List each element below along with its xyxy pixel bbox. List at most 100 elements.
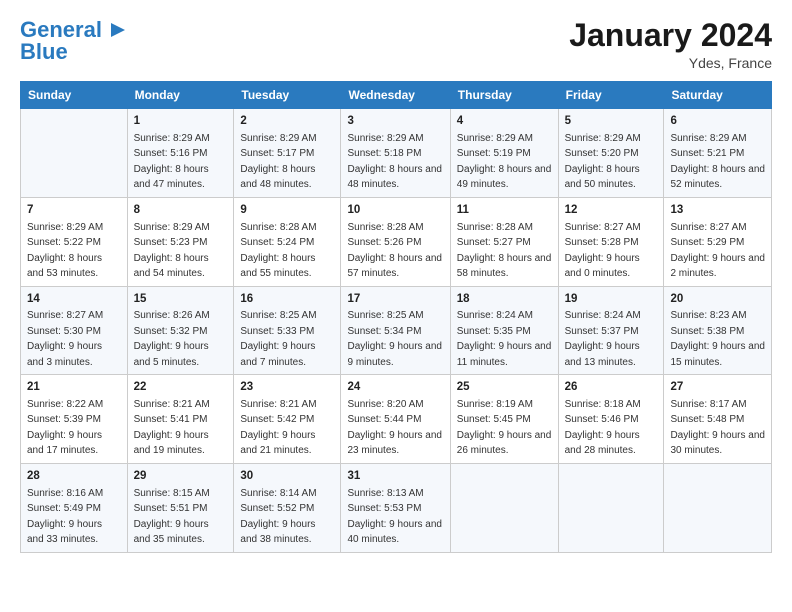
header: General Blue January 2024 Ydes, France: [20, 18, 772, 71]
calendar-cell: 4 Sunrise: 8:29 AMSunset: 5:19 PMDaylight…: [450, 109, 558, 198]
day-number: 26: [565, 379, 658, 396]
calendar-header-row: SundayMondayTuesdayWednesdayThursdayFrid…: [21, 82, 772, 109]
day-info: Sunrise: 8:14 AMSunset: 5:52 PMDaylight:…: [240, 488, 316, 546]
calendar-cell: 25Sunrise: 8:19 AMSunset: 5:45 PMDayligh…: [450, 375, 558, 464]
day-info: Sunrise: 8:28 AMSunset: 5:27 PMDaylight:…: [457, 222, 552, 280]
calendar-week-3: 21 Sunrise: 8:22 AMSunset: 5:39 PMDayligh…: [21, 375, 772, 464]
page: General Blue January 2024 Ydes, France S…: [0, 0, 792, 612]
calendar-cell: 2 Sunrise: 8:29 AMSunset: 5:17 PMDaylight…: [234, 109, 341, 198]
calendar-cell: 3Sunrise: 8:29 AMSunset: 5:18 PMDaylight…: [341, 109, 450, 198]
calendar-cell: [21, 109, 128, 198]
logo: General Blue: [20, 18, 127, 64]
calendar-cell: 14Sunrise: 8:27 AMSunset: 5:30 PMDayligh…: [21, 286, 128, 375]
day-info: Sunrise: 8:26 AMSunset: 5:32 PMDaylight:…: [134, 310, 210, 368]
day-number: 31: [347, 468, 443, 485]
month-title: January 2024: [569, 18, 772, 53]
day-info: Sunrise: 8:15 AMSunset: 5:51 PMDaylight:…: [134, 488, 210, 546]
calendar-cell: 28Sunrise: 8:16 AMSunset: 5:49 PMDayligh…: [21, 463, 128, 552]
day-number: 12: [565, 202, 658, 219]
calendar-cell: 8 Sunrise: 8:29 AMSunset: 5:23 PMDaylight…: [127, 197, 234, 286]
day-info: Sunrise: 8:17 AMSunset: 5:48 PMDaylight:…: [670, 399, 765, 457]
calendar-cell: 23Sunrise: 8:21 AMSunset: 5:42 PMDayligh…: [234, 375, 341, 464]
calendar-cell: 11 Sunrise: 8:28 AMSunset: 5:27 PMDayligh…: [450, 197, 558, 286]
day-info: Sunrise: 8:29 AMSunset: 5:16 PMDaylight:…: [134, 133, 210, 191]
day-number: 13: [670, 202, 765, 219]
day-number: 16: [240, 291, 334, 308]
day-info: Sunrise: 8:23 AMSunset: 5:38 PMDaylight:…: [670, 310, 765, 368]
day-number: 5: [565, 113, 658, 130]
day-info: Sunrise: 8:28 AMSunset: 5:26 PMDaylight:…: [347, 222, 442, 280]
day-info: Sunrise: 8:25 AMSunset: 5:34 PMDaylight:…: [347, 310, 442, 368]
day-info: Sunrise: 8:24 AMSunset: 5:35 PMDaylight:…: [457, 310, 552, 368]
day-number: 2: [240, 113, 334, 130]
calendar-cell: 22Sunrise: 8:21 AMSunset: 5:41 PMDayligh…: [127, 375, 234, 464]
day-number: 27: [670, 379, 765, 396]
day-header-monday: Monday: [127, 82, 234, 109]
day-number: 22: [134, 379, 228, 396]
calendar-cell: 17Sunrise: 8:25 AMSunset: 5:34 PMDayligh…: [341, 286, 450, 375]
calendar-table: SundayMondayTuesdayWednesdayThursdayFrid…: [20, 81, 772, 552]
calendar-cell: 12 Sunrise: 8:27 AMSunset: 5:28 PMDayligh…: [558, 197, 664, 286]
day-number: 8: [134, 202, 228, 219]
calendar-cell: [558, 463, 664, 552]
calendar-cell: 21 Sunrise: 8:22 AMSunset: 5:39 PMDayligh…: [21, 375, 128, 464]
calendar-cell: 31 Sunrise: 8:13 AMSunset: 5:53 PMDayligh…: [341, 463, 450, 552]
day-number: 11: [457, 202, 552, 219]
day-number: 9: [240, 202, 334, 219]
day-info: Sunrise: 8:22 AMSunset: 5:39 PMDaylight:…: [27, 399, 103, 457]
day-number: 4: [457, 113, 552, 130]
calendar-cell: [664, 463, 772, 552]
title-area: January 2024 Ydes, France: [569, 18, 772, 71]
calendar-cell: 1 Sunrise: 8:29 AMSunset: 5:16 PMDaylight…: [127, 109, 234, 198]
logo-icon: [105, 19, 127, 41]
day-number: 19: [565, 291, 658, 308]
day-number: 28: [27, 468, 121, 485]
day-info: Sunrise: 8:29 AMSunset: 5:22 PMDaylight:…: [27, 222, 103, 280]
day-info: Sunrise: 8:18 AMSunset: 5:46 PMDaylight:…: [565, 399, 641, 457]
day-info: Sunrise: 8:29 AMSunset: 5:21 PMDaylight:…: [670, 133, 765, 191]
calendar-cell: 19Sunrise: 8:24 AMSunset: 5:37 PMDayligh…: [558, 286, 664, 375]
calendar-cell: 29 Sunrise: 8:15 AMSunset: 5:51 PMDayligh…: [127, 463, 234, 552]
day-number: 30: [240, 468, 334, 485]
calendar-cell: 24Sunrise: 8:20 AMSunset: 5:44 PMDayligh…: [341, 375, 450, 464]
calendar-cell: 7 Sunrise: 8:29 AMSunset: 5:22 PMDaylight…: [21, 197, 128, 286]
calendar-cell: [450, 463, 558, 552]
calendar-cell: 18 Sunrise: 8:24 AMSunset: 5:35 PMDayligh…: [450, 286, 558, 375]
day-info: Sunrise: 8:29 AMSunset: 5:17 PMDaylight:…: [240, 133, 316, 191]
calendar-cell: 15 Sunrise: 8:26 AMSunset: 5:32 PMDayligh…: [127, 286, 234, 375]
day-number: 1: [134, 113, 228, 130]
calendar-cell: 13 Sunrise: 8:27 AMSunset: 5:29 PMDayligh…: [664, 197, 772, 286]
day-info: Sunrise: 8:27 AMSunset: 5:29 PMDaylight:…: [670, 222, 765, 280]
calendar-cell: 30 Sunrise: 8:14 AMSunset: 5:52 PMDayligh…: [234, 463, 341, 552]
day-info: Sunrise: 8:13 AMSunset: 5:53 PMDaylight:…: [347, 488, 442, 546]
day-number: 25: [457, 379, 552, 396]
calendar-cell: 6 Sunrise: 8:29 AMSunset: 5:21 PMDaylight…: [664, 109, 772, 198]
day-number: 15: [134, 291, 228, 308]
calendar-week-4: 28Sunrise: 8:16 AMSunset: 5:49 PMDayligh…: [21, 463, 772, 552]
day-info: Sunrise: 8:27 AMSunset: 5:30 PMDaylight:…: [27, 310, 103, 368]
calendar-cell: 9Sunrise: 8:28 AMSunset: 5:24 PMDaylight…: [234, 197, 341, 286]
day-number: 24: [347, 379, 443, 396]
day-info: Sunrise: 8:27 AMSunset: 5:28 PMDaylight:…: [565, 222, 641, 280]
day-number: 6: [670, 113, 765, 130]
day-number: 18: [457, 291, 552, 308]
calendar-cell: 20Sunrise: 8:23 AMSunset: 5:38 PMDayligh…: [664, 286, 772, 375]
day-header-saturday: Saturday: [664, 82, 772, 109]
calendar-cell: 5Sunrise: 8:29 AMSunset: 5:20 PMDaylight…: [558, 109, 664, 198]
calendar-cell: 10Sunrise: 8:28 AMSunset: 5:26 PMDayligh…: [341, 197, 450, 286]
day-info: Sunrise: 8:25 AMSunset: 5:33 PMDaylight:…: [240, 310, 316, 368]
location: Ydes, France: [569, 55, 772, 71]
calendar-week-2: 14Sunrise: 8:27 AMSunset: 5:30 PMDayligh…: [21, 286, 772, 375]
logo-line2: Blue: [20, 40, 127, 64]
day-header-sunday: Sunday: [21, 82, 128, 109]
day-number: 21: [27, 379, 121, 396]
day-number: 23: [240, 379, 334, 396]
day-info: Sunrise: 8:29 AMSunset: 5:23 PMDaylight:…: [134, 222, 210, 280]
calendar-cell: 16 Sunrise: 8:25 AMSunset: 5:33 PMDayligh…: [234, 286, 341, 375]
day-number: 29: [134, 468, 228, 485]
calendar-week-0: 1 Sunrise: 8:29 AMSunset: 5:16 PMDaylight…: [21, 109, 772, 198]
day-info: Sunrise: 8:29 AMSunset: 5:19 PMDaylight:…: [457, 133, 552, 191]
calendar-week-1: 7 Sunrise: 8:29 AMSunset: 5:22 PMDaylight…: [21, 197, 772, 286]
day-number: 7: [27, 202, 121, 219]
day-info: Sunrise: 8:29 AMSunset: 5:18 PMDaylight:…: [347, 133, 442, 191]
